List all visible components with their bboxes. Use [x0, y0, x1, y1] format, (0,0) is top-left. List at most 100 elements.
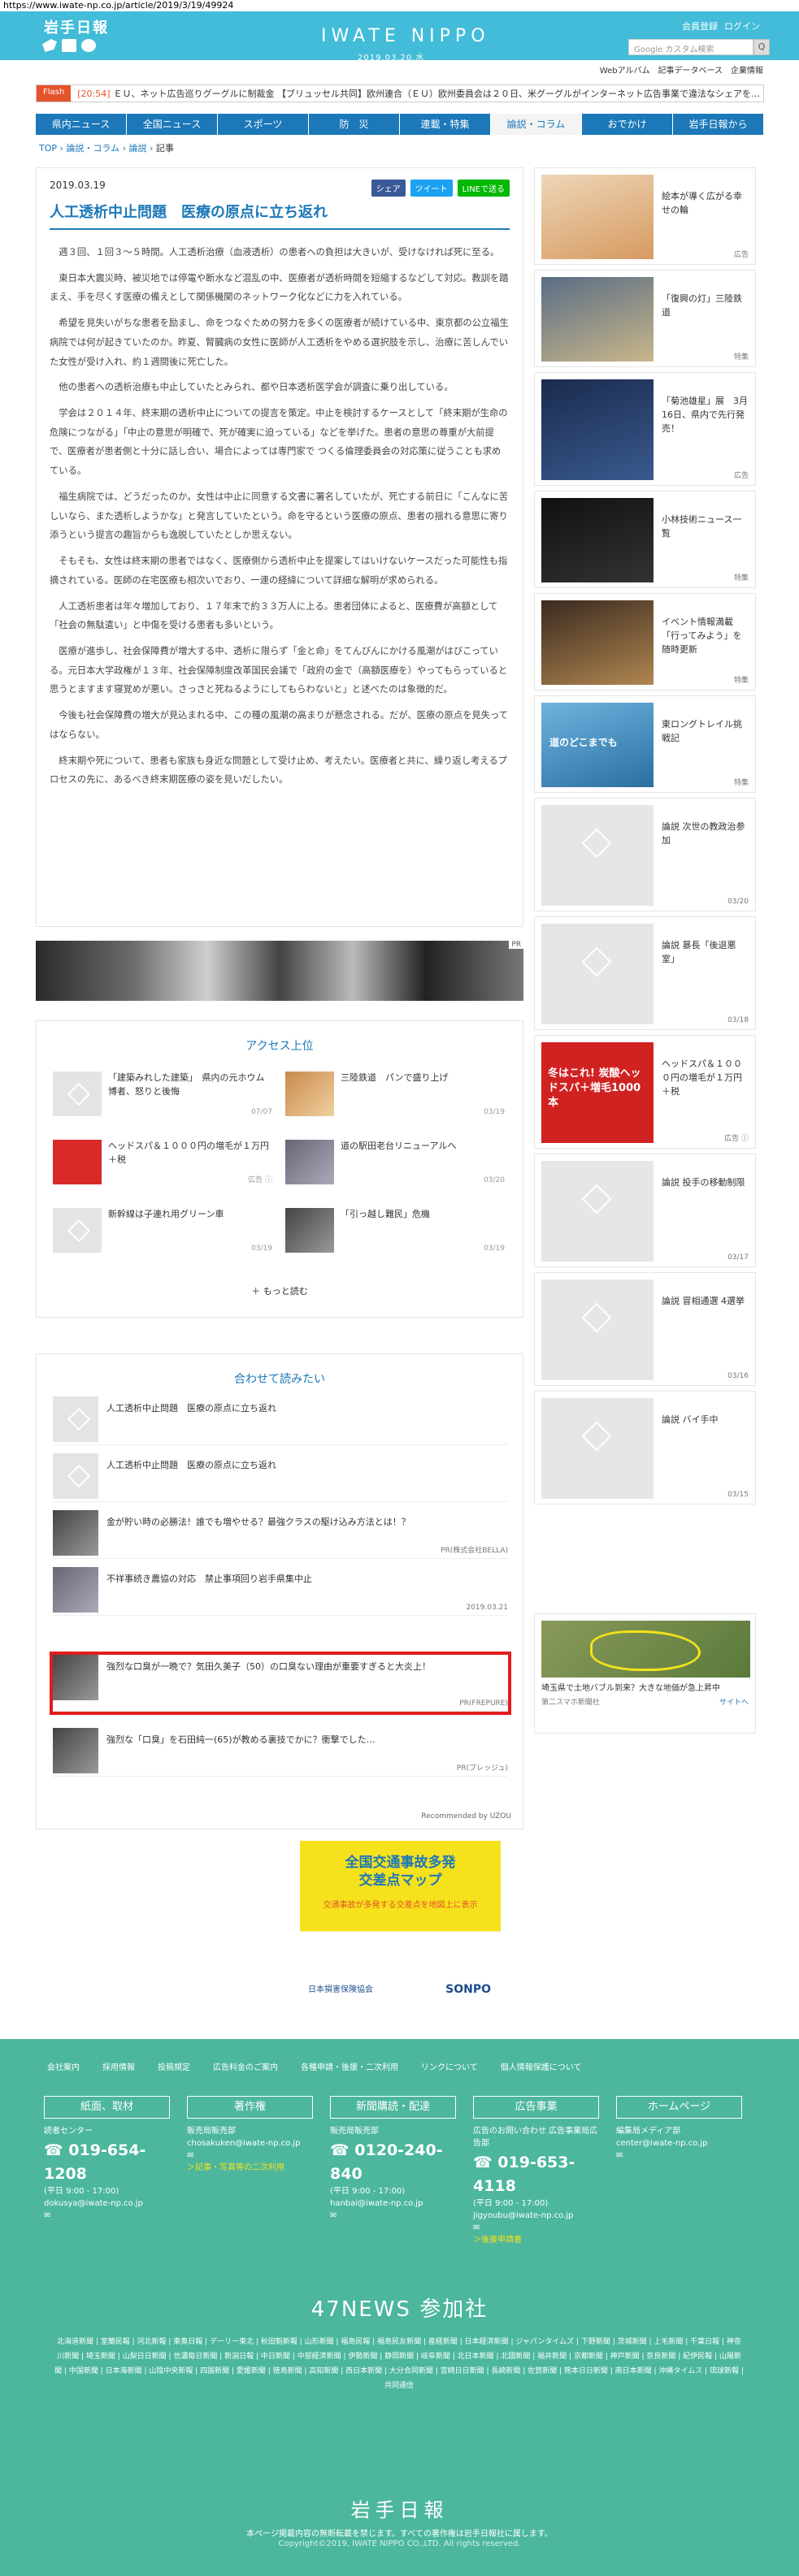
nav-tab[interactable]: おでかけ — [582, 114, 673, 135]
twitter-icon[interactable] — [42, 39, 57, 52]
footer-col-head[interactable]: 紙面、取材 — [44, 2096, 170, 2119]
ranking-item-title[interactable]: 三陸鉄道 パンで盛り上げ — [341, 1072, 449, 1116]
url-bar[interactable]: https://www.iwate-np.co.jp/article/2019/… — [0, 0, 799, 11]
footer-link[interactable]: 個人情報保護について — [501, 2060, 582, 2072]
ranking-item[interactable]: 「引っ越し難民」危機 03/19 — [285, 1208, 505, 1253]
sidebar-item-title[interactable]: 「復興の灯」三陸鉄道 — [662, 277, 749, 360]
mail-icon[interactable]: ✉ — [473, 2222, 599, 2234]
sidebar-item[interactable]: 論説 冒相通選 4選挙 03/16 — [534, 1272, 756, 1386]
ranking-item-title[interactable]: 新幹線は子連れ用グリーン車 — [108, 1208, 224, 1253]
sidebar-item-title[interactable]: 絵本が導く広がる幸せの輪 — [662, 175, 749, 258]
ranking-item[interactable]: 三陸鉄道 パンで盛り上げ 03/19 — [285, 1072, 505, 1116]
footer-mail[interactable]: chosakuken@iwate-np.co.jp — [187, 2137, 313, 2150]
map-ad[interactable]: 埼玉県で土地バブル到来？大きな地価が急上昇中 第二スマホ新聞社 サイトへ — [534, 1613, 756, 1734]
sidebar-item[interactable]: 論説 暴長「後退悪室」 03/18 — [534, 916, 756, 1030]
nav-tab-active[interactable]: 論説・コラム — [491, 114, 582, 135]
breadcrumb-item[interactable]: 論説・コラム — [66, 143, 119, 154]
ranking-item[interactable]: 道の駅田老台リニューアルへ 03/20 — [285, 1140, 505, 1184]
nav-tab[interactable]: 岩手日報から — [673, 114, 764, 135]
flash-news-bar[interactable]: Flash [20:54] ＥＵ、ネット広告巡りグーグルに制裁金 【ブリュッセル共… — [36, 84, 764, 102]
footer-sublink[interactable]: ＞記事・写真等の二次利用 — [187, 2162, 313, 2174]
flash-headline[interactable]: ＥＵ、ネット広告巡りグーグルに制裁金 【ブリュッセル共同】欧州連合（ＥＵ）欧州委… — [114, 89, 761, 99]
site-logo-en[interactable]: IWATE NIPPO — [321, 26, 490, 46]
footer-col-head[interactable]: 新聞購読・配達 — [330, 2096, 456, 2119]
twitter-share-button[interactable]: ツイート — [410, 180, 453, 197]
sidebar-item-title[interactable]: 論説 冒相通選 4選挙 — [662, 1279, 745, 1379]
sidebar-item[interactable]: 論説 投手の移動制限 03/17 — [534, 1154, 756, 1267]
sidebar-item[interactable]: 道のどこまでも 東ロングトレイル挑戦記 特集 — [534, 695, 756, 793]
sidebar-item-title[interactable]: 論説 投手の移動制限 — [662, 1161, 745, 1260]
map-ad-link[interactable]: サイトへ — [719, 1696, 749, 1707]
register-link[interactable]: 会員登録 — [682, 19, 718, 32]
sidebar-item-title[interactable]: イベント情報満載「行ってみよう」を随時更新 — [662, 600, 749, 683]
facebook-icon[interactable] — [62, 39, 76, 52]
ranking-item[interactable]: 新幹線は子連れ用グリーン車 03/19 — [53, 1208, 272, 1253]
sidebar-item[interactable]: 論説 次世の教政治参加 03/20 — [534, 798, 756, 911]
breadcrumb-item[interactable]: 論説 — [129, 143, 147, 154]
sidebar-item[interactable]: 絵本が導く広がる幸せの輪 広告 — [534, 167, 756, 265]
mail-icon[interactable]: ✉ — [44, 2210, 170, 2222]
footer-link[interactable]: 採用情報 — [102, 2060, 135, 2072]
related-item[interactable]: 不祥事続き農協の対応 禁止事項回り岩手県集中止 2019.03.21 — [53, 1567, 508, 1616]
sidebar-item-title[interactable]: 論説 次世の教政治参加 — [662, 805, 749, 904]
footer-mail[interactable]: dokusya@iwate-np.co.jp — [44, 2197, 170, 2210]
line-icon[interactable] — [81, 39, 96, 52]
related-item-highlighted[interactable]: 強烈な口臭が一晩で？気田久美子（50）の口臭ない理由が重要すぎると大炎上！ PR… — [50, 1652, 511, 1715]
sidebar-item[interactable]: 冬はこれ! 炭酸ヘッドスパ＋増毛1000本 ヘッドスパ＆１０００円の増毛が１万円… — [534, 1035, 756, 1149]
related-item[interactable]: 人工透析中止問題 医療の原点に立ち返れ — [53, 1396, 508, 1445]
map-ad-text[interactable]: 埼玉県で土地バブル到来？大きな地価が急上昇中 — [541, 1682, 749, 1695]
nav-tab[interactable]: 防 災 — [309, 114, 400, 135]
recommended-by[interactable]: Recommended by UZOU — [421, 1812, 511, 1821]
sidebar-item-title[interactable]: 「菊池雄星」展 3月16日、県内で先行発売！ — [662, 379, 749, 478]
footer-mail[interactable]: jigyoubu@iwate-np.co.jp — [473, 2210, 599, 2222]
related-item[interactable]: 強烈な「口臭」を石田純一(65)が教める裏技でかに？衝撃でした… PR(ブレッジ… — [53, 1728, 508, 1777]
related-item-title[interactable]: 強烈な「口臭」を石田純一(65)が教める裏技でかに？衝撃でした… — [106, 1728, 376, 1776]
subnav-item[interactable]: Webアルバム — [600, 63, 650, 76]
sidebar-item-title[interactable]: 東ロングトレイル挑戦記 — [662, 703, 749, 786]
sidebar-item[interactable]: 論説 バイ手中 03/15 — [534, 1391, 756, 1504]
footer-mail[interactable]: hanbai@iwate-np.co.jp — [330, 2197, 456, 2210]
nav-tab[interactable]: 県内ニュース — [36, 114, 127, 135]
ranking-item-title[interactable]: 「引っ越し難民」危機 — [341, 1208, 430, 1253]
site-logo-jp[interactable]: 岩手日報 — [44, 16, 109, 37]
sidebar-item[interactable]: 小林技術ニュース一覧 特集 — [534, 491, 756, 588]
search-input[interactable]: Google カスタム検索 — [628, 39, 753, 55]
subnav-item[interactable]: 記事データベース — [658, 63, 723, 76]
related-item[interactable]: 人工透析中止問題 医療の原点に立ち返れ — [53, 1453, 508, 1502]
related-item-title[interactable]: 不祥事続き農協の対応 禁止事項回り岩手県集中止 — [106, 1567, 312, 1615]
sidebar-item[interactable]: 「菊池雄星」展 3月16日、県内で先行発売！ 広告 — [534, 372, 756, 486]
ranking-item[interactable]: ヘッドスパ＆１０００円の増毛が１万円＋税 広告 ⓘ — [53, 1140, 272, 1184]
footer-col-head[interactable]: 著作権 — [187, 2096, 313, 2119]
member-papers-list[interactable]: 北海道新聞 | 室蘭民報 | 河北新報 | 東奥日報 | デーリー東北 | 秋田… — [54, 2335, 745, 2393]
line-share-button[interactable]: LINEで送る — [457, 180, 510, 197]
mail-icon[interactable]: ✉ — [330, 2210, 456, 2222]
sidebar-item[interactable]: イベント情報満載「行ってみよう」を随時更新 特集 — [534, 593, 756, 691]
search-icon[interactable]: Q — [753, 39, 770, 55]
related-item-title[interactable]: 人工透析中止問題 医療の原点に立ち返れ — [106, 1396, 276, 1444]
footer-sublink[interactable]: ＞後援申請書 — [473, 2234, 599, 2246]
sidebar-item-title[interactable]: ヘッドスパ＆１０００円の増毛が１万円＋税 — [662, 1042, 749, 1141]
footer-link[interactable]: リンクについて — [421, 2060, 478, 2072]
footer-logo[interactable]: 岩手日報 — [0, 2494, 799, 2522]
footer-col-head[interactable]: 広告事業 — [473, 2096, 599, 2119]
nav-tab[interactable]: 連載・特集 — [400, 114, 491, 135]
mail-icon[interactable]: ✉ — [187, 2150, 313, 2162]
mail-icon[interactable]: ✉ — [616, 2150, 742, 2162]
read-more-button[interactable]: ＋ もっと読む — [37, 1284, 523, 1297]
login-link[interactable]: ログイン — [724, 19, 760, 32]
breadcrumb-item[interactable]: TOP — [39, 143, 57, 154]
footer-link[interactable]: 広告料金のご案内 — [213, 2060, 278, 2072]
related-item[interactable]: 金が貯い時の必勝法！誰でも増やせる？最強クラスの駆け込み方法とは！？ PR(株式… — [53, 1510, 508, 1559]
subnav-item[interactable]: 企業情報 — [731, 63, 763, 76]
footer-link[interactable]: 各種申請・後援・二次利用 — [301, 2060, 398, 2072]
nav-tab[interactable]: スポーツ — [218, 114, 309, 135]
sidebar-item-title[interactable]: 論説 暴長「後退悪室」 — [662, 924, 749, 1023]
related-item-title[interactable]: 強烈な口臭が一晩で？気田久美子（50）の口臭ない理由が重要すぎると大炎上！ — [106, 1655, 431, 1711]
related-item-title[interactable]: 人工透析中止問題 医療の原点に立ち返れ — [106, 1453, 276, 1501]
facebook-share-button[interactable]: シェア — [371, 180, 406, 197]
sidebar-item-title[interactable]: 論説 バイ手中 — [662, 1398, 719, 1497]
ad-photo-strip[interactable]: PR — [36, 941, 523, 1001]
related-item-title[interactable]: 金が貯い時の必勝法！誰でも増やせる？最強クラスの駆け込み方法とは！？ — [106, 1510, 410, 1558]
ranking-item[interactable]: 「建築みれした建築」 県内の元ホウム博者、怒りと後悔 07/07 — [53, 1072, 272, 1116]
sidebar-item-title[interactable]: 小林技術ニュース一覧 — [662, 498, 749, 581]
